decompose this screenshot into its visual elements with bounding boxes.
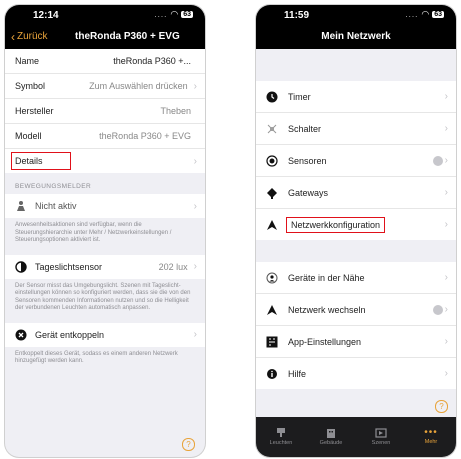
chevron-right-icon: ›	[193, 155, 197, 167]
app-settings-icon	[266, 336, 278, 348]
status-time: 12:14	[33, 10, 59, 21]
chevron-right-icon: ›	[444, 155, 448, 166]
page-title: Mein Netzwerk	[321, 31, 391, 42]
chevron-right-icon: ›	[444, 219, 448, 230]
switch-icon	[266, 123, 278, 135]
page-title: theRonda P360 + EVG	[75, 31, 180, 42]
row-details[interactable]: Details ›	[5, 149, 205, 173]
status-time: 11:59	[284, 10, 310, 21]
chevron-right-icon: ›	[193, 80, 197, 92]
count-badge	[432, 304, 443, 315]
chevron-right-icon: ›	[193, 200, 197, 212]
battery-icon: 63	[181, 11, 193, 18]
motion-sensor-icon	[15, 200, 27, 212]
chevron-right-icon: ›	[444, 336, 448, 347]
menu-item-switch[interactable]: Schalter ›	[256, 113, 456, 145]
menu-item-app-settings[interactable]: App-Einstellungen ›	[256, 326, 456, 358]
left-device-details-screen: 12:14 .... ◠ 63 ‹ Zurück theRonda P360 +…	[5, 5, 205, 457]
chevron-right-icon: ›	[444, 91, 448, 102]
chevron-right-icon: ›	[444, 304, 448, 315]
nav-bar: Mein Netzwerk	[256, 27, 456, 49]
wifi-icon: ◠	[170, 9, 179, 19]
chevron-right-icon: ›	[444, 187, 448, 198]
decouple-footer-text: Entkoppelt dieses Gerät, sodass es einem…	[5, 346, 205, 372]
clock-icon	[266, 91, 278, 103]
menu-item-network-configuration[interactable]: Netzwerkkonfiguration ›	[256, 209, 456, 240]
status-bar: 12:14 .... ◠ 63	[5, 5, 205, 27]
right-my-network-screen: 11:59 .... ◠ 63 Mein Netzwerk Timer › Sc…	[256, 5, 456, 457]
back-label: Zurück	[17, 31, 48, 42]
menu-item-help[interactable]: Hilfe ›	[256, 358, 456, 389]
chevron-right-icon: ›	[444, 368, 448, 379]
details-label: Details	[11, 152, 71, 170]
section-header-motion: BEWEGUNGSMELDER	[5, 173, 205, 194]
tab-scenes[interactable]: Szenen	[361, 428, 401, 446]
chevron-right-icon: ›	[193, 261, 197, 272]
lamp-icon	[277, 428, 285, 437]
row-symbol[interactable]: Symbol Zum Auswählen drücken ›	[5, 74, 205, 99]
tab-building[interactable]: Gebäude	[311, 428, 351, 446]
row-manufacturer: Hersteller Theben	[5, 99, 205, 124]
sensor-icon	[266, 154, 278, 167]
menu-item-timer[interactable]: Timer ›	[256, 81, 456, 113]
device-info-group: Name theRonda P360 +... Symbol Zum Auswä…	[5, 49, 205, 173]
building-icon	[327, 429, 335, 438]
chevron-right-icon: ›	[444, 123, 448, 134]
row-decouple-device[interactable]: Gerät entkoppeln ›	[5, 323, 205, 347]
signal-icon: ....	[405, 10, 419, 19]
menu-item-switch-network[interactable]: Netzwerk wechseln ›	[256, 294, 456, 326]
count-badge	[432, 155, 443, 166]
decouple-icon	[15, 329, 27, 341]
scene-icon	[375, 428, 387, 438]
gateway-icon	[266, 187, 278, 199]
row-motion-inactive[interactable]: Nicht aktiv ›	[5, 194, 205, 218]
tab-more[interactable]: ••• Mehr	[411, 427, 451, 446]
row-name[interactable]: Name theRonda P360 +...	[5, 49, 205, 74]
menu-item-gateways[interactable]: Gateways ›	[256, 177, 456, 209]
row-daylight-sensor[interactable]: Tageslichtsensor 202 lux ›	[5, 255, 205, 279]
menu-item-sensors[interactable]: Sensoren ›	[256, 145, 456, 177]
back-button[interactable]: ‹ Zurück	[11, 29, 48, 44]
daylight-footer-text: Der Sensor misst das Umgebungslicht. Sze…	[5, 278, 205, 319]
chevron-right-icon: ›	[444, 272, 448, 283]
row-model: Modell theRonda P360 + EVG	[5, 124, 205, 149]
battery-icon: 63	[432, 11, 444, 18]
more-icon: •••	[424, 427, 438, 438]
help-icon[interactable]: ?	[182, 438, 195, 451]
status-bar: 11:59 .... ◠ 63	[256, 5, 456, 27]
nav-bar: ‹ Zurück theRonda P360 + EVG	[5, 27, 205, 49]
chevron-left-icon: ‹	[11, 29, 15, 44]
signal-icon: ....	[154, 10, 168, 19]
network-group-1: Timer › Schalter › Sensoren › Gateways ›…	[256, 81, 456, 240]
tab-lamps[interactable]: Leuchten	[261, 428, 301, 446]
daylight-sensor-icon	[15, 260, 27, 273]
chevron-right-icon: ›	[193, 329, 197, 340]
help-icon[interactable]: ?	[435, 400, 448, 413]
menu-item-nearby-devices[interactable]: Geräte in der Nähe ›	[256, 262, 456, 294]
nearby-icon	[266, 272, 278, 284]
network-icon	[266, 219, 278, 231]
help-icon	[266, 368, 278, 380]
tab-bar: Leuchten Gebäude Szenen ••• Mehr	[256, 417, 456, 457]
network-switch-icon	[266, 304, 278, 316]
motion-footer-text: Anwesenheitsaktionen sind verfügbar, wen…	[5, 218, 205, 251]
network-group-2: Geräte in der Nähe › Netzwerk wechseln ›…	[256, 262, 456, 389]
wifi-icon: ◠	[421, 9, 430, 19]
